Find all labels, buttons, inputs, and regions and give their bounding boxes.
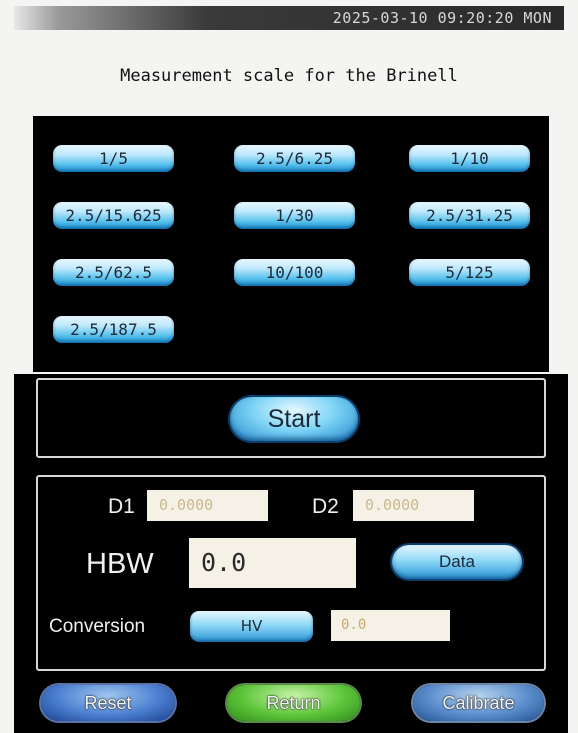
scale-button-6[interactable]: 2.5/31.25 xyxy=(409,202,530,229)
scale-button-8[interactable]: 10/100 xyxy=(234,259,355,286)
hbw-value-display: 0.0 xyxy=(189,538,356,588)
page-title: Measurement scale for the Brinell xyxy=(120,66,458,86)
status-bar: 2025-03-10 09:20:20 MON xyxy=(14,6,564,30)
datetime-label: 2025-03-10 09:20:20 MON xyxy=(332,9,552,27)
data-button[interactable]: Data xyxy=(392,545,522,579)
scale-button-9[interactable]: 5/125 xyxy=(409,259,530,286)
d2-label: D2 xyxy=(312,495,339,518)
scale-button-4[interactable]: 2.5/15.625 xyxy=(53,202,174,229)
scale-button-7[interactable]: 2.5/62.5 xyxy=(53,259,174,286)
conversion-label: Conversion xyxy=(49,616,146,637)
conversion-value-field: 0.0 xyxy=(331,610,450,641)
conversion-mode-button[interactable]: HV xyxy=(190,611,313,642)
scale-button-3[interactable]: 1/10 xyxy=(409,145,530,172)
scale-button-5[interactable]: 1/30 xyxy=(234,202,355,229)
scale-button-10[interactable]: 2.5/187.5 xyxy=(53,316,174,343)
scale-panel: 1/5 2.5/6.25 1/10 2.5/15.625 1/30 2.5/31… xyxy=(33,116,549,372)
d2-field[interactable]: 0.0000 xyxy=(353,490,474,521)
start-button[interactable]: Start xyxy=(230,397,358,441)
hbw-label: HBW xyxy=(86,548,154,580)
scale-button-2[interactable]: 2.5/6.25 xyxy=(234,145,355,172)
return-button[interactable]: Return xyxy=(227,685,360,721)
reset-button[interactable]: Reset xyxy=(41,685,175,721)
d1-label: D1 xyxy=(108,495,135,518)
scale-button-1[interactable]: 1/5 xyxy=(53,145,174,172)
d1-field[interactable]: 0.0000 xyxy=(147,490,268,521)
calibrate-button[interactable]: Calibrate xyxy=(413,685,544,721)
